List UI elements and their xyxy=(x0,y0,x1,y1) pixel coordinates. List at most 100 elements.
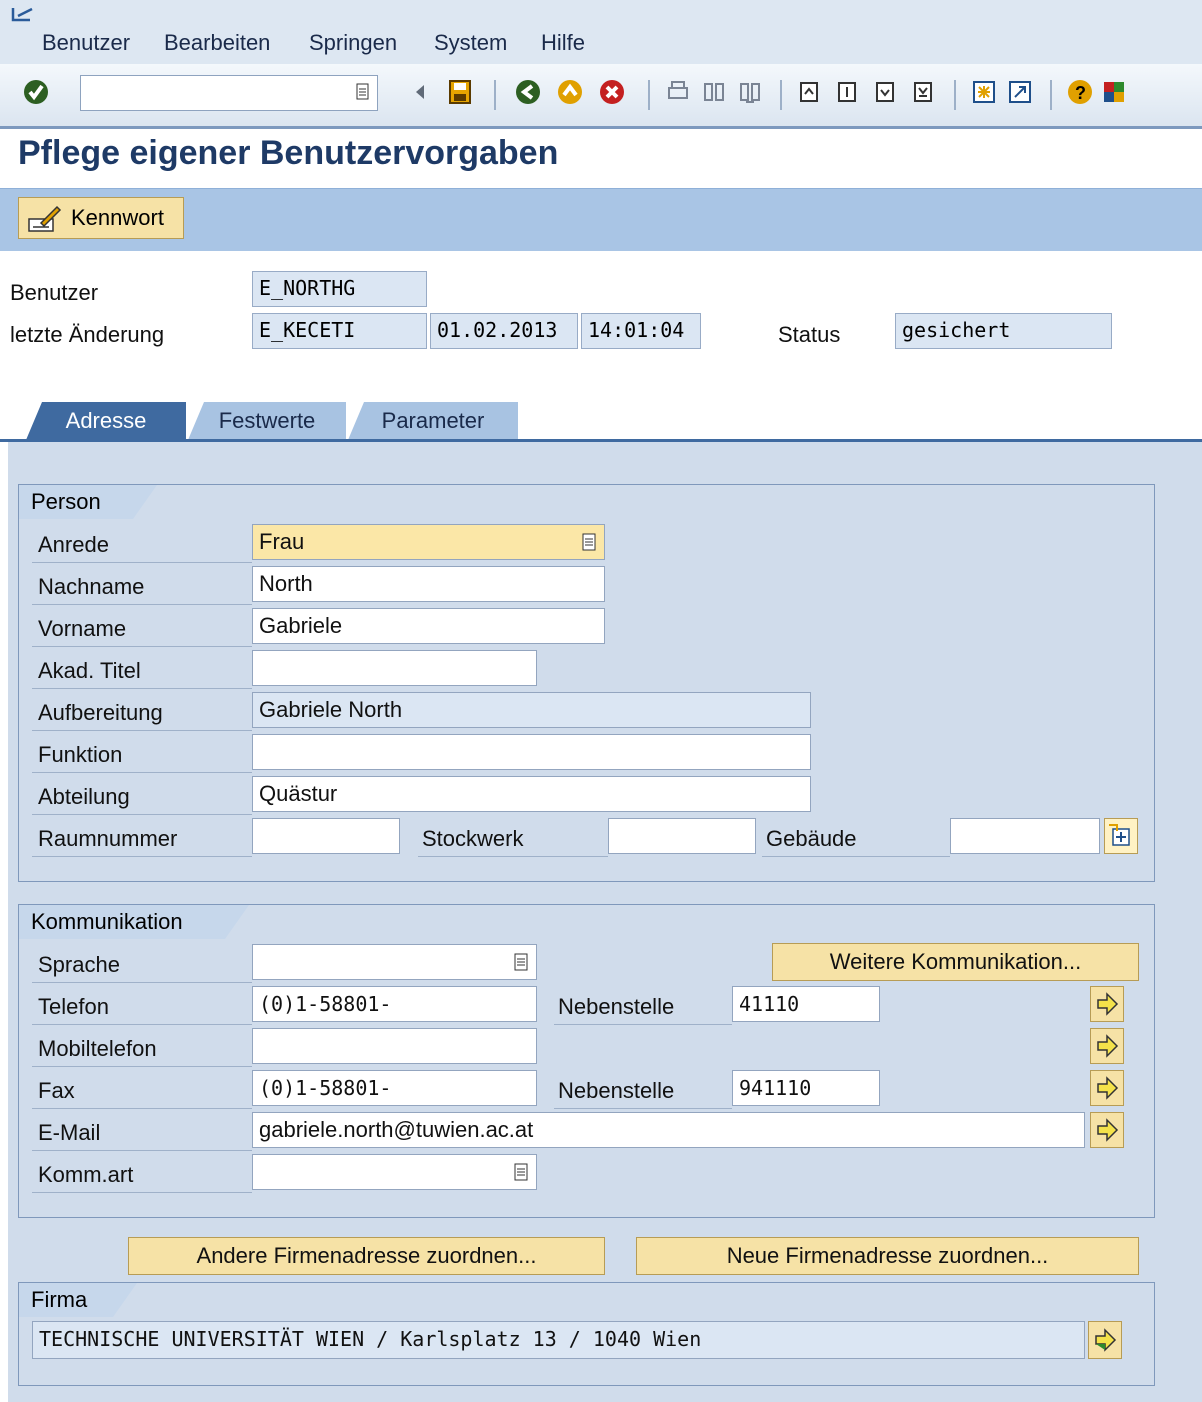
abteilung-label: Abteilung xyxy=(38,784,130,809)
kennwort-label: Kennwort xyxy=(71,205,164,230)
history-back-icon[interactable] xyxy=(410,78,430,106)
kennwort-button[interactable]: Kennwort xyxy=(18,197,184,239)
fax-details-button[interactable] xyxy=(1090,1070,1124,1106)
layout-menu-icon[interactable] xyxy=(1100,78,1128,106)
anrede-value: Frau xyxy=(259,529,305,554)
page-title: Pflege eigener Benutzervorgaben xyxy=(18,134,559,172)
help-icon[interactable]: ? xyxy=(1066,78,1094,106)
firma-details-button[interactable] xyxy=(1088,1321,1122,1359)
person-group-title: Person xyxy=(19,485,157,519)
aufbereitung-field: Gabriele North xyxy=(252,692,811,728)
email-label: E-Mail xyxy=(38,1120,101,1145)
find-next-icon[interactable] xyxy=(736,78,764,106)
anrede-select[interactable]: Frau xyxy=(252,524,605,560)
status-field: gesichert xyxy=(895,313,1112,349)
arrow-right-icon xyxy=(1095,1328,1117,1352)
command-field[interactable] xyxy=(80,75,378,111)
save-icon[interactable] xyxy=(446,78,474,106)
dropdown-icon xyxy=(514,953,528,971)
nachname-input[interactable]: North xyxy=(252,566,605,602)
telefon-details-button[interactable] xyxy=(1090,986,1124,1022)
sprache-select[interactable] xyxy=(252,944,537,980)
menu-hilfe[interactable]: Hilfe xyxy=(541,30,585,56)
mobiltelefon-details-button[interactable] xyxy=(1090,1028,1124,1064)
next-page-icon[interactable] xyxy=(872,78,900,106)
nachname-label: Nachname xyxy=(38,574,145,599)
building-lookup-icon xyxy=(1109,824,1130,846)
svg-text:?: ? xyxy=(1075,83,1086,103)
stockwerk-input[interactable] xyxy=(608,818,756,854)
command-dropdown-icon[interactable] xyxy=(355,78,371,106)
firma-address-field: TECHNISCHE UNIVERSITÄT WIEN / Karlsplatz… xyxy=(32,1321,1085,1359)
tab-parameter[interactable]: Parameter xyxy=(348,402,518,440)
building-lookup-button[interactable] xyxy=(1104,818,1138,854)
funktion-input[interactable] xyxy=(252,734,811,770)
nebenstelle-telefon-label: Nebenstelle xyxy=(558,994,675,1019)
find-icon[interactable] xyxy=(700,78,728,106)
previous-page-icon[interactable] xyxy=(834,78,862,106)
mobiltelefon-input[interactable] xyxy=(252,1028,537,1064)
email-details-button[interactable] xyxy=(1090,1112,1124,1148)
telefon-label: Telefon xyxy=(38,994,109,1019)
nebenstelle-fax-label: Nebenstelle xyxy=(558,1078,675,1103)
arrow-right-icon xyxy=(1097,1076,1119,1100)
menu-bar: Benutzer Bearbeiten Springen System Hilf… xyxy=(0,0,1202,64)
mobiltelefon-label: Mobiltelefon xyxy=(38,1036,157,1061)
akad-titel-input[interactable] xyxy=(252,650,537,686)
benutzer-field: E_NORTHG xyxy=(252,271,427,307)
gebaeude-input[interactable] xyxy=(950,818,1100,854)
fax-label: Fax xyxy=(38,1078,75,1103)
nebenstelle-fax-input[interactable]: 941110 xyxy=(732,1070,880,1106)
vorname-label: Vorname xyxy=(38,616,127,641)
tab-adresse[interactable]: Adresse xyxy=(26,402,186,440)
menu-springen[interactable]: Springen xyxy=(309,30,397,56)
dropdown-icon xyxy=(514,1163,528,1181)
arrow-right-icon xyxy=(1097,1118,1119,1142)
tab-festwerte[interactable]: Festwerte xyxy=(188,402,346,440)
funktion-label: Funktion xyxy=(38,742,123,767)
aufbereitung-label: Aufbereitung xyxy=(38,700,163,725)
menu-system[interactable]: System xyxy=(434,30,507,56)
weitere-kommunikation-button[interactable]: Weitere Kommunikation... xyxy=(772,943,1139,981)
menu-benutzer[interactable]: Benutzer xyxy=(42,30,130,56)
sprache-label: Sprache xyxy=(38,952,120,977)
neue-firmenadresse-button[interactable]: Neue Firmenadresse zuordnen... xyxy=(636,1237,1139,1275)
kommart-label: Komm.art xyxy=(38,1162,134,1187)
letzte-aenderung-user-field: E_KECETI xyxy=(252,313,427,349)
arrow-right-icon xyxy=(1097,1034,1119,1058)
benutzer-label: Benutzer xyxy=(10,280,99,305)
edit-password-icon xyxy=(28,205,62,232)
menu-corner-icon[interactable] xyxy=(10,6,40,26)
dropdown-icon xyxy=(582,533,596,551)
akad-titel-label: Akad. Titel xyxy=(38,658,141,683)
vorname-input[interactable]: Gabriele xyxy=(252,608,605,644)
letzte-aenderung-date-field: 01.02.2013 xyxy=(430,313,578,349)
exit-icon[interactable] xyxy=(556,78,584,106)
arrow-right-icon xyxy=(1097,992,1119,1016)
letzte-aenderung-label: letzte Änderung xyxy=(10,322,165,347)
fax-input[interactable]: (0)1-58801- xyxy=(252,1070,537,1106)
menu-bearbeiten[interactable]: Bearbeiten xyxy=(164,30,270,56)
print-icon[interactable] xyxy=(664,78,692,106)
status-label: Status xyxy=(778,322,841,347)
shortcut-icon[interactable] xyxy=(1006,78,1034,106)
stockwerk-label: Stockwerk xyxy=(422,826,524,851)
cancel-icon[interactable] xyxy=(598,78,626,106)
andere-firmenadresse-button[interactable]: Andere Firmenadresse zuordnen... xyxy=(128,1237,605,1275)
new-session-icon[interactable] xyxy=(970,78,998,106)
anrede-label: Anrede xyxy=(38,532,109,557)
first-page-icon[interactable] xyxy=(796,78,824,106)
back-icon[interactable] xyxy=(514,78,542,106)
email-input[interactable]: gabriele.north@tuwien.ac.at xyxy=(252,1112,1085,1148)
enter-check-icon[interactable] xyxy=(22,78,50,106)
last-page-icon[interactable] xyxy=(910,78,938,106)
letzte-aenderung-time-field: 14:01:04 xyxy=(581,313,701,349)
kommunikation-group-title: Kommunikation xyxy=(19,905,249,939)
raumnummer-label: Raumnummer xyxy=(38,826,178,851)
nebenstelle-telefon-input[interactable]: 41110 xyxy=(732,986,880,1022)
gebaeude-label: Gebäude xyxy=(766,826,857,851)
abteilung-input[interactable]: Quästur xyxy=(252,776,811,812)
kommart-select[interactable] xyxy=(252,1154,537,1190)
raumnummer-input[interactable] xyxy=(252,818,400,854)
telefon-input[interactable]: (0)1-58801- xyxy=(252,986,537,1022)
